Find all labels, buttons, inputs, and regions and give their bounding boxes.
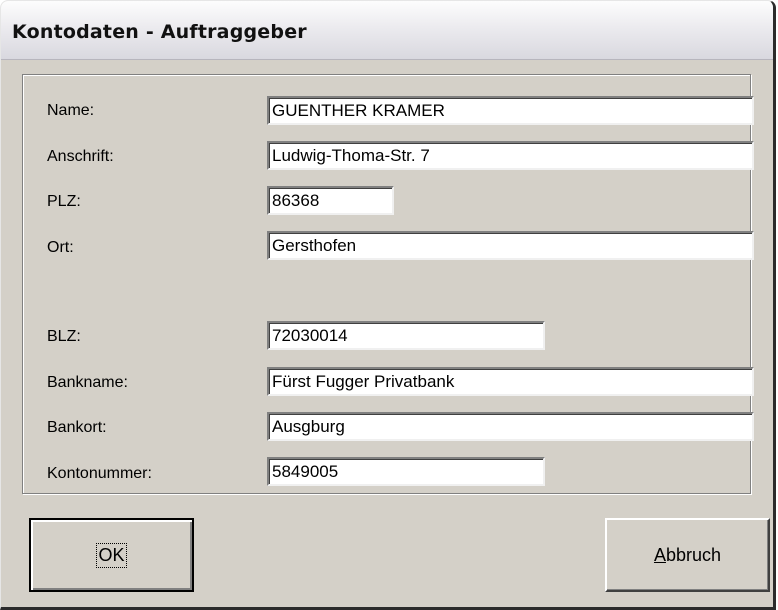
bankname-label: Bankname: bbox=[47, 374, 128, 391]
kontonummer-value: 5849005 bbox=[272, 462, 339, 481]
plz-field[interactable]: 86368 bbox=[267, 186, 394, 215]
anschrift-label: Anschrift: bbox=[47, 148, 114, 165]
bankname-value: Fürst Fugger Privatbank bbox=[272, 372, 455, 391]
name-label: Name: bbox=[47, 102, 95, 119]
kontonummer-label: Kontonummer: bbox=[47, 465, 152, 482]
ort-field[interactable]: Gersthofen bbox=[267, 231, 754, 260]
bankname-field[interactable]: Fürst Fugger Privatbank bbox=[267, 367, 754, 396]
window-title: Kontodaten - Auftraggeber bbox=[12, 21, 307, 43]
cancel-button-label: Abbruch bbox=[654, 545, 721, 566]
anschrift-value: Ludwig-Thoma-Str. 7 bbox=[272, 146, 430, 165]
cancel-button[interactable]: Abbruch bbox=[605, 518, 770, 592]
cancel-mnemonic: A bbox=[653, 544, 666, 565]
ok-button[interactable]: OK bbox=[29, 518, 194, 592]
bankort-field[interactable]: Ausgburg bbox=[267, 412, 754, 441]
bankort-label: Bankort: bbox=[47, 419, 107, 436]
ort-value: Gersthofen bbox=[272, 236, 357, 255]
title-bar[interactable]: Kontodaten - Auftraggeber bbox=[1, 1, 773, 60]
dialog-window: Kontodaten - Auftraggeber Name: GUENTHER… bbox=[0, 0, 776, 610]
name-field[interactable]: GUENTHER KRAMER bbox=[267, 96, 754, 125]
anschrift-field[interactable]: Ludwig-Thoma-Str. 7 bbox=[267, 141, 754, 170]
kontonummer-field[interactable]: 5849005 bbox=[267, 457, 545, 486]
bankort-value: Ausgburg bbox=[272, 417, 345, 436]
blz-field[interactable]: 72030014 bbox=[267, 321, 545, 350]
plz-value: 86368 bbox=[272, 191, 320, 210]
ok-button-label: OK bbox=[96, 542, 127, 568]
blz-label: BLZ: bbox=[47, 328, 81, 345]
ort-label: Ort: bbox=[47, 239, 74, 256]
blz-value: 72030014 bbox=[272, 326, 348, 345]
plz-label: PLZ: bbox=[47, 193, 81, 210]
cancel-label-rest: bbruch bbox=[665, 544, 722, 565]
name-value: GUENTHER KRAMER bbox=[272, 101, 445, 120]
